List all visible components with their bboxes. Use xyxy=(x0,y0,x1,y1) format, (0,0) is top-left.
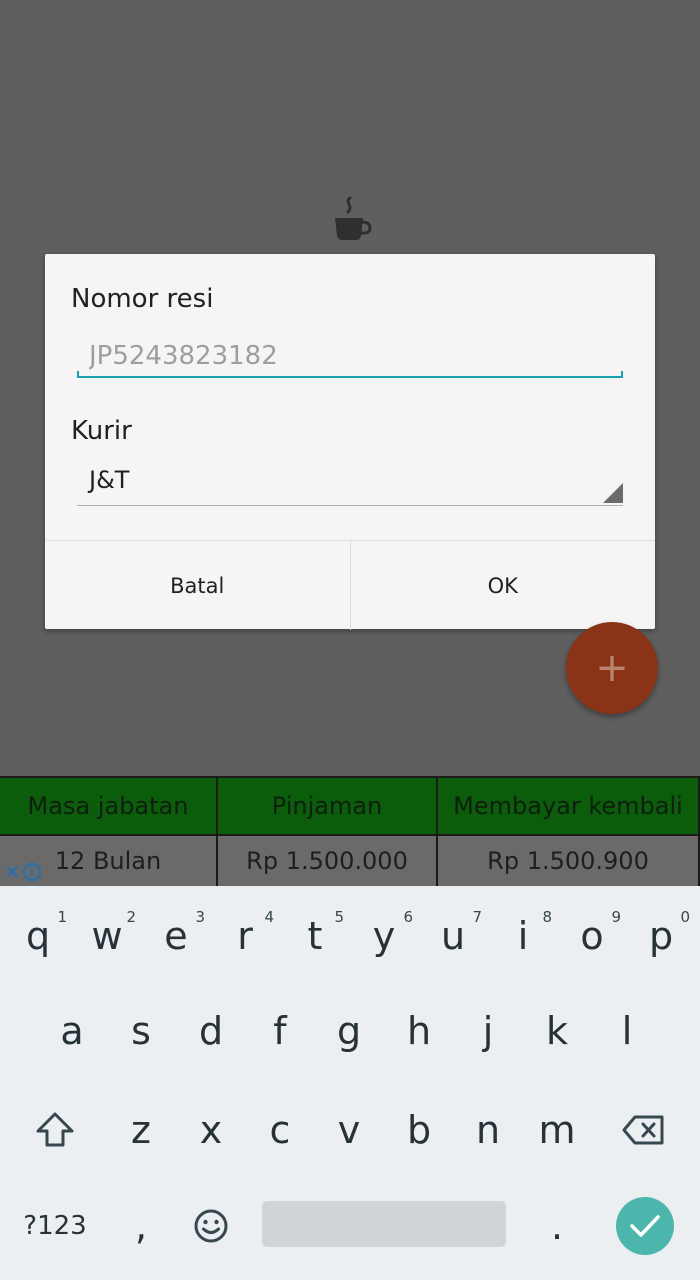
comma-key[interactable]: , xyxy=(106,1186,176,1266)
table-cell: Rp 1.500.900 xyxy=(438,836,698,886)
key-q[interactable]: q1 xyxy=(3,896,73,976)
kurir-select[interactable]: J&T xyxy=(77,462,623,506)
key-label: u xyxy=(440,914,466,958)
tracking-dialog: Nomor resi Kurir J&T Batal OK xyxy=(45,254,655,630)
loan-table: Masa jabatan Pinjaman Membayar kembali 1… xyxy=(0,776,700,886)
key-e[interactable]: e3 xyxy=(141,896,211,976)
dropdown-arrow-icon xyxy=(603,483,623,503)
key-hint: 4 xyxy=(264,908,274,926)
key-l[interactable]: l xyxy=(592,991,662,1071)
key-hint: 8 xyxy=(542,908,552,926)
key-x[interactable]: x xyxy=(176,1090,246,1170)
key-hint: 2 xyxy=(126,908,136,926)
cancel-button[interactable]: Batal xyxy=(45,541,351,630)
key-label: t xyxy=(307,914,323,958)
kurir-label: Kurir xyxy=(71,416,132,446)
emoji-icon xyxy=(194,1209,228,1243)
key-c[interactable]: c xyxy=(245,1090,315,1170)
key-o[interactable]: o9 xyxy=(557,896,627,976)
resi-label: Nomor resi xyxy=(71,284,214,314)
shift-icon xyxy=(36,1112,74,1147)
enter-key[interactable] xyxy=(616,1197,674,1255)
key-label: w xyxy=(91,914,123,958)
symbols-key[interactable]: ?123 xyxy=(20,1186,90,1266)
key-h[interactable]: h xyxy=(384,991,454,1071)
key-r[interactable]: r4 xyxy=(210,896,280,976)
key-hint: 1 xyxy=(57,908,67,926)
space-key[interactable] xyxy=(262,1201,506,1247)
dialog-button-row: Batal OK xyxy=(45,540,655,630)
key-hint: 7 xyxy=(472,908,482,926)
key-b[interactable]: b xyxy=(384,1090,454,1170)
resi-input-underline xyxy=(77,371,623,378)
key-n[interactable]: n xyxy=(453,1090,523,1170)
key-hint: 3 xyxy=(195,908,205,926)
checkmark-icon xyxy=(630,1215,660,1237)
key-k[interactable]: k xyxy=(522,991,592,1071)
key-j[interactable]: j xyxy=(453,991,523,1071)
close-icon[interactable]: ✕ xyxy=(4,862,21,882)
key-hint: 9 xyxy=(611,908,621,926)
key-label: q xyxy=(25,914,51,958)
period-key[interactable]: . xyxy=(522,1186,592,1266)
key-d[interactable]: d xyxy=(176,991,246,1071)
key-a[interactable]: a xyxy=(37,991,107,1071)
key-g[interactable]: g xyxy=(314,991,384,1071)
table-row: 12 Bulan Rp 1.500.000 Rp 1.500.900 xyxy=(0,836,700,886)
table-header-row: Masa jabatan Pinjaman Membayar kembali xyxy=(0,778,700,834)
backspace-icon xyxy=(622,1115,664,1145)
key-w[interactable]: w2 xyxy=(72,896,142,976)
key-label: r xyxy=(237,914,253,958)
key-hint: 0 xyxy=(680,908,690,926)
key-u[interactable]: u7 xyxy=(418,896,488,976)
keyboard: q1 w2 e3 r4 t5 y6 u7 i8 o9 p0 a s d f g … xyxy=(0,886,700,1280)
key-label: e xyxy=(164,914,188,958)
key-label: y xyxy=(372,914,396,958)
info-icon[interactable]: i xyxy=(22,863,41,881)
key-hint: 5 xyxy=(334,908,344,926)
table-cell: Rp 1.500.000 xyxy=(218,836,436,886)
plus-icon: + xyxy=(595,645,629,691)
key-p[interactable]: p0 xyxy=(626,896,696,976)
coffee-cup-icon xyxy=(335,196,372,240)
emoji-key[interactable] xyxy=(176,1186,246,1266)
backspace-key[interactable] xyxy=(608,1090,678,1170)
ad-choices[interactable]: ✕ i xyxy=(4,861,42,883)
key-v[interactable]: v xyxy=(314,1090,384,1170)
table-header-cell: Pinjaman xyxy=(218,778,436,834)
key-label: p xyxy=(648,914,674,958)
key-hint: 6 xyxy=(403,908,413,926)
key-i[interactable]: i8 xyxy=(488,896,558,976)
add-fab-button[interactable]: + xyxy=(566,622,658,714)
key-label: i xyxy=(517,914,529,958)
key-s[interactable]: s xyxy=(106,991,176,1071)
key-z[interactable]: z xyxy=(106,1090,176,1170)
ok-button[interactable]: OK xyxy=(351,541,656,630)
kurir-selected-value: J&T xyxy=(89,466,130,494)
resi-input[interactable] xyxy=(77,334,623,378)
shift-key[interactable] xyxy=(20,1090,90,1170)
table-header-cell: Masa jabatan xyxy=(0,778,216,834)
key-y[interactable]: y6 xyxy=(349,896,419,976)
key-m[interactable]: m xyxy=(522,1090,592,1170)
key-t[interactable]: t5 xyxy=(280,896,350,976)
table-header-cell: Membayar kembali xyxy=(438,778,698,834)
key-label: o xyxy=(580,914,604,958)
key-f[interactable]: f xyxy=(245,991,315,1071)
